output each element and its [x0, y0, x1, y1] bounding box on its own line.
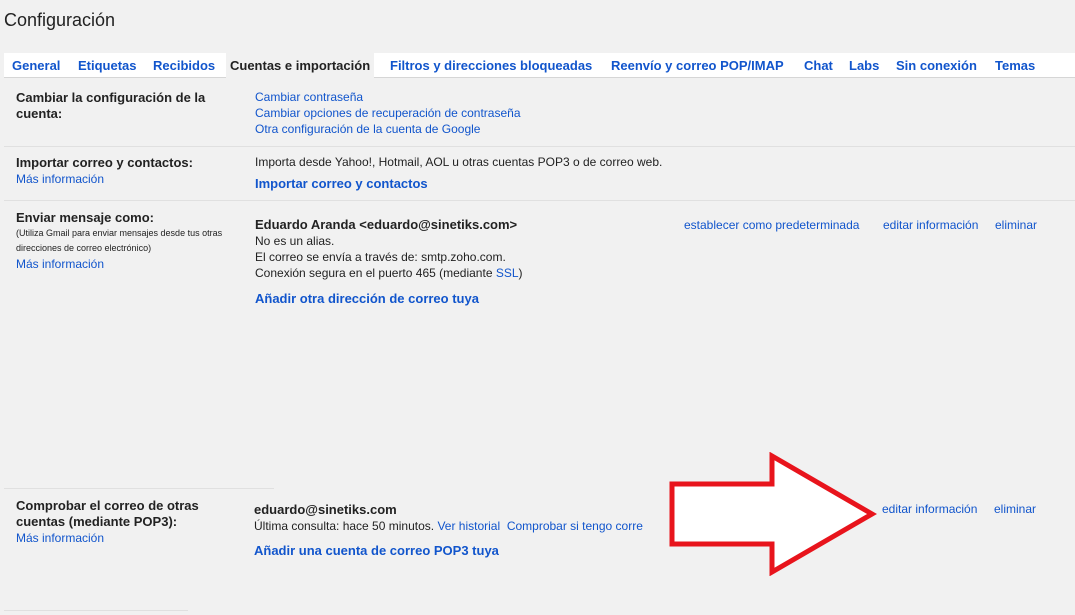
divider	[4, 146, 1075, 147]
divider	[4, 610, 188, 611]
tab-forwarding-pop-imap[interactable]: Reenvío y correo POP/IMAP	[611, 53, 784, 77]
tab-themes[interactable]: Temas	[995, 53, 1035, 77]
change-account-links: Cambiar contraseña Cambiar opciones de r…	[255, 89, 521, 137]
import-label: Importar correo y contactos:	[16, 155, 193, 170]
check-mail-section: Comprobar el correo de otras cuentas (me…	[16, 498, 236, 546]
send-as-more-info-link[interactable]: Más información	[16, 256, 241, 272]
change-account-section: Cambiar la configuración de la cuenta:	[16, 90, 226, 122]
send-as-note: (Utiliza Gmail para enviar mensajes desd…	[16, 228, 223, 253]
send-as-content: Eduardo Aranda <eduardo@sinetiks.com> No…	[255, 217, 523, 307]
pop3-delete-link[interactable]: eliminar	[994, 502, 1036, 516]
import-section: Importar correo y contactos: Más informa…	[16, 155, 236, 187]
check-mail-content: eduardo@sinetiks.com Última consulta: ha…	[254, 502, 643, 559]
pop3-edit-link[interactable]: editar información	[882, 502, 977, 516]
view-history-link[interactable]: Ver historial	[437, 519, 500, 533]
send-as-label: Enviar mensaje como:	[16, 210, 154, 225]
change-account-label: Cambiar la configuración de la cuenta:	[16, 90, 206, 121]
check-mail-now-link[interactable]: Comprobar si tengo corre	[507, 519, 643, 533]
ssl-link[interactable]: SSL	[496, 266, 519, 280]
tab-labels[interactable]: Etiquetas	[78, 53, 137, 77]
send-as-alias-note: No es un alias.	[255, 234, 335, 248]
add-address-link[interactable]: Añadir otra dirección de correo tuya	[255, 291, 523, 307]
add-pop3-account-link[interactable]: Añadir una cuenta de correo POP3 tuya	[254, 543, 643, 559]
secure-connection-suffix: )	[518, 266, 523, 280]
send-as-delete-link[interactable]: eliminar	[995, 218, 1037, 232]
send-as-identity: Eduardo Aranda <eduardo@sinetiks.com>	[255, 217, 518, 232]
annotation-arrow-icon	[669, 452, 877, 576]
import-more-info-link[interactable]: Más información	[16, 171, 236, 187]
tab-chat[interactable]: Chat	[804, 53, 833, 77]
send-as-section: Enviar mensaje como: (Utiliza Gmail para…	[16, 210, 241, 272]
import-description: Importa desde Yahoo!, Hotmail, AOL u otr…	[255, 155, 663, 169]
import-mail-button[interactable]: Importar correo y contactos	[255, 176, 662, 192]
last-check: Última consulta: hace 50 minutos.	[254, 519, 435, 533]
change-recovery-link[interactable]: Cambiar opciones de recuperación de cont…	[255, 105, 521, 121]
settings-tabs: General Etiquetas Recibidos Cuentas e im…	[4, 53, 1075, 78]
last-check-line: Última consulta: hace 50 minutos. Ver hi…	[254, 518, 643, 534]
check-mail-label: Comprobar el correo de otras cuentas (me…	[16, 498, 199, 529]
change-password-link[interactable]: Cambiar contraseña	[255, 89, 521, 105]
tab-inbox[interactable]: Recibidos	[153, 53, 215, 77]
divider	[4, 200, 1075, 201]
set-default-link[interactable]: establecer como predeterminada	[684, 218, 859, 232]
import-content: Importa desde Yahoo!, Hotmail, AOL u otr…	[255, 154, 662, 192]
google-account-settings-link[interactable]: Otra configuración de la cuenta de Googl…	[255, 121, 521, 137]
secure-connection-text: Conexión segura en el puerto 465 (median…	[255, 266, 496, 280]
divider	[4, 488, 274, 489]
send-as-secure-connection: Conexión segura en el puerto 465 (median…	[255, 265, 523, 281]
tab-accounts-import[interactable]: Cuentas e importación	[226, 53, 375, 78]
pop3-account: eduardo@sinetiks.com	[254, 502, 397, 517]
tab-general[interactable]: General	[12, 53, 60, 77]
tab-labs[interactable]: Labs	[849, 53, 879, 77]
send-as-edit-link[interactable]: editar información	[883, 218, 978, 232]
send-as-smtp: El correo se envía a través de: smtp.zoh…	[255, 250, 506, 264]
page-title: Configuración	[4, 10, 116, 30]
tab-filters[interactable]: Filtros y direcciones bloqueadas	[390, 53, 592, 77]
check-mail-more-info-link[interactable]: Más información	[16, 530, 236, 546]
tab-offline[interactable]: Sin conexión	[896, 53, 977, 77]
